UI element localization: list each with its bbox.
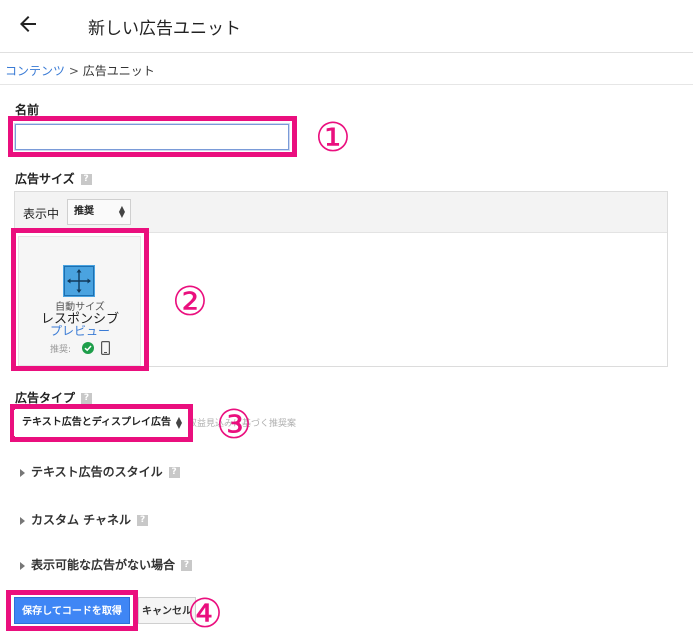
- page-title: 新しい広告ユニット: [88, 19, 241, 39]
- breadcrumb-separator: >: [68, 64, 79, 78]
- help-icon[interactable]: ?: [137, 515, 149, 526]
- ad-type-label-text: 広告タイプ: [15, 391, 76, 405]
- section-label: 表示可能な広告がない場合: [31, 558, 176, 572]
- help-icon[interactable]: ?: [168, 467, 180, 478]
- help-icon[interactable]: ?: [81, 393, 93, 404]
- name-input[interactable]: [14, 123, 290, 151]
- help-icon[interactable]: ?: [80, 174, 92, 185]
- expand-triangle-icon: [20, 516, 25, 525]
- back-arrow-icon[interactable]: [16, 12, 40, 36]
- section-label: テキスト広告のスタイル: [31, 465, 163, 479]
- resize-arrows-icon: [63, 265, 95, 297]
- annotation-3: ③: [216, 402, 252, 448]
- breadcrumb: コンテンツ > 広告ユニット: [5, 62, 155, 79]
- section-no-ads-fallback[interactable]: 表示可能な広告がない場合?: [20, 556, 193, 573]
- select-arrows-icon: ▲ ▼: [175, 415, 182, 430]
- section-custom-channels[interactable]: カスタム チャネル?: [20, 511, 149, 528]
- ad-size-label: 広告サイズ?: [15, 170, 92, 187]
- ad-type-value: テキスト広告とディスプレイ広告: [22, 417, 171, 428]
- breadcrumb-link-contents[interactable]: コンテンツ: [5, 64, 65, 78]
- mobile-device-icon: [101, 341, 110, 355]
- ad-type-select[interactable]: テキスト広告とディスプレイ広告 ▲ ▼: [14, 410, 187, 436]
- annotation-1: ①: [315, 115, 351, 161]
- divider: [0, 84, 693, 85]
- expand-triangle-icon: [20, 561, 25, 570]
- help-icon[interactable]: ?: [181, 560, 193, 571]
- section-label: カスタム チャネル: [31, 513, 132, 527]
- size-filter-select[interactable]: 推奨 ▲ ▼: [67, 199, 131, 225]
- recommended-label: 推奨:: [50, 345, 72, 355]
- ad-size-label-text: 広告サイズ: [15, 172, 75, 186]
- preview-link[interactable]: プレビュー: [0, 322, 160, 339]
- check-circle-icon: [82, 342, 94, 354]
- annotation-2: ②: [172, 279, 208, 325]
- annotation-4: ④: [187, 591, 223, 637]
- showing-label: 表示中: [23, 207, 60, 221]
- breadcrumb-current: 広告ユニット: [82, 64, 155, 78]
- section-text-ad-style[interactable]: テキスト広告のスタイル?: [20, 463, 180, 480]
- size-filter-value: 推奨: [74, 206, 94, 217]
- save-and-get-code-button[interactable]: 保存してコードを取得: [14, 597, 130, 624]
- expand-triangle-icon: [20, 468, 25, 477]
- select-arrows-icon: ▲ ▼: [118, 204, 125, 219]
